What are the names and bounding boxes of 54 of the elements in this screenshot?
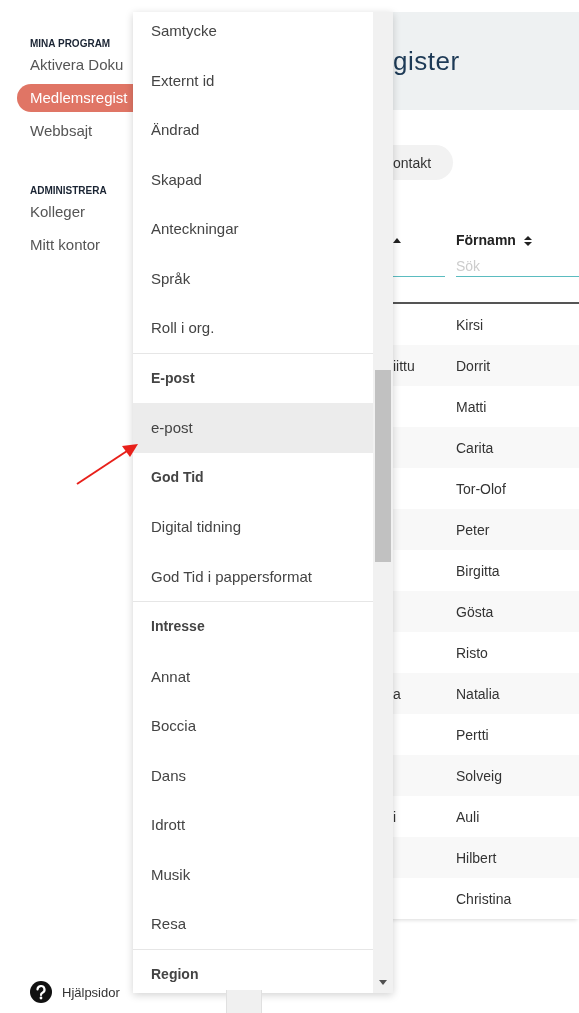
sort-icon[interactable]	[393, 237, 401, 243]
scrollbar-thumb[interactable]	[375, 370, 391, 562]
nav-item[interactable]: Kolleger	[17, 198, 133, 226]
nav-item[interactable]: Aktivera Doku	[17, 51, 133, 79]
column-header[interactable]: Förnamn	[456, 232, 516, 248]
table-cell: Matti	[456, 398, 487, 415]
table-cell: i	[393, 808, 397, 825]
sort-icon[interactable]	[523, 234, 532, 246]
menu-option[interactable]: Språk	[133, 253, 373, 303]
menu-option[interactable]: Externt id	[133, 55, 373, 105]
table-cell: Risto	[456, 644, 488, 661]
table-cell: Dorrit	[456, 357, 491, 374]
table-cell: Carita	[456, 439, 494, 456]
menu-option[interactable]: Resa	[133, 899, 373, 949]
menu-option[interactable]: God Tid i pappersformat	[133, 551, 373, 601]
table-cell: Pertti	[456, 726, 489, 743]
table-cell: Tor-Olof	[456, 480, 506, 497]
nav-item[interactable]: Mitt kontor	[17, 231, 133, 259]
menu-option[interactable]: Annat	[133, 651, 373, 701]
table-cell: Kirsi	[456, 316, 484, 333]
menu-option[interactable]: Roll i org.	[133, 303, 373, 353]
menu-option[interactable]: e-post	[133, 403, 373, 453]
table-cell: Gösta	[456, 603, 494, 620]
menu-option[interactable]: Boccia	[133, 701, 373, 751]
menu-option[interactable]: Digital tidning	[133, 502, 373, 552]
table-cell: Hilbert	[456, 849, 497, 866]
scroll-down-icon[interactable]	[379, 980, 387, 985]
group-heading: Region	[150, 964, 200, 984]
group-heading: Intresse	[150, 617, 206, 636]
menu-option[interactable]: Musik	[133, 849, 373, 899]
group-heading: God Tid	[150, 467, 205, 487]
scrollbar[interactable]	[373, 12, 393, 993]
table-cell: Natalia	[456, 685, 500, 702]
table-cell: Auli	[456, 808, 480, 825]
table-cell: Solveig	[456, 767, 502, 784]
menu-option[interactable]: Samtycke	[133, 12, 373, 56]
section-heading: ADMINISTRERA	[30, 184, 107, 198]
menu-option[interactable]: Skapad	[133, 154, 373, 204]
menu-option[interactable]: Ändrad	[133, 105, 373, 155]
table-cell: Christina	[456, 890, 512, 907]
page-title: gister	[393, 45, 460, 77]
group-heading: E-post	[150, 368, 196, 388]
menu-option[interactable]: Idrott	[133, 800, 373, 850]
table-cell: Birgitta	[456, 562, 500, 579]
menu-option[interactable]: Dans	[133, 750, 373, 800]
table-cell: a	[393, 685, 401, 702]
nav-item[interactable]: Webbsajt	[17, 117, 133, 145]
menu-option[interactable]: Anteckningar	[133, 204, 373, 254]
table-cell: iittu	[393, 357, 415, 374]
help-icon[interactable]	[30, 981, 52, 1003]
page-background	[226, 990, 262, 1013]
table-cell: Peter	[456, 521, 490, 538]
section-heading: MINA PROGRAM	[30, 37, 111, 51]
help-link[interactable]: Hjälpsidor	[62, 984, 120, 1000]
